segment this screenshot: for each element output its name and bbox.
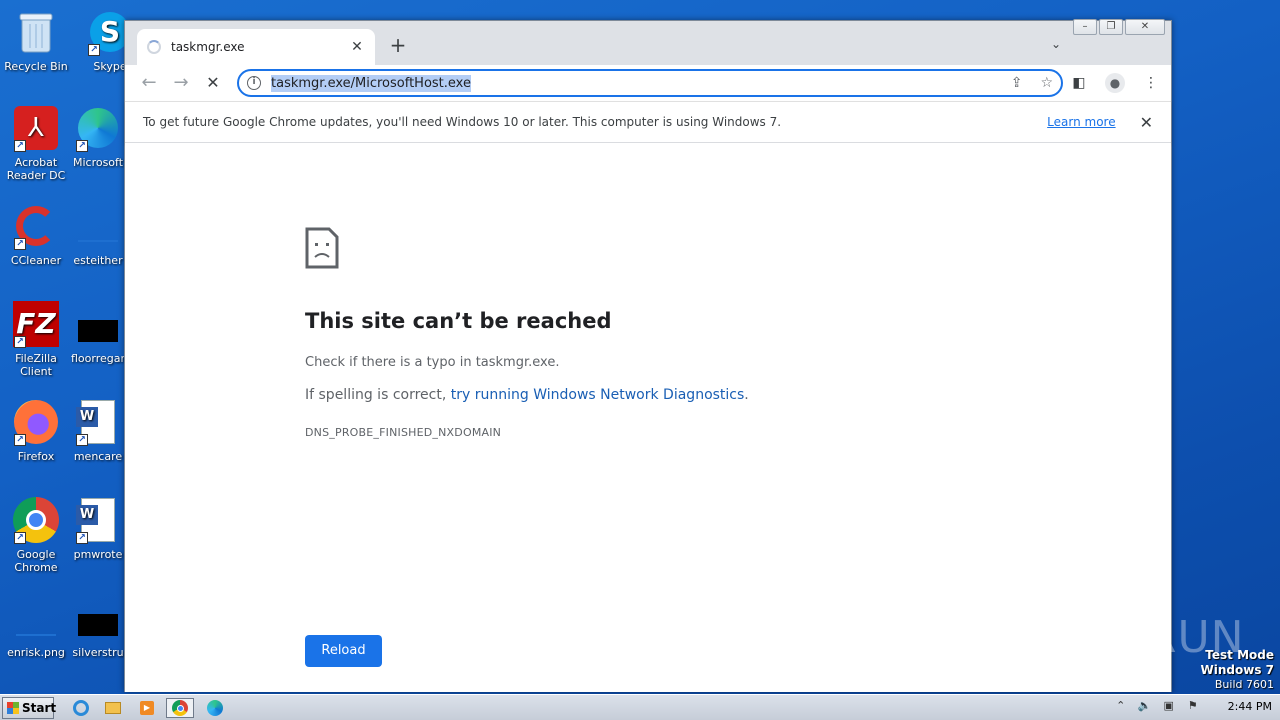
desktop-icon-label: Recycle Bin [4,60,68,73]
side-panel-icon[interactable]: ◧ [1069,73,1089,93]
tab-title: taskmgr.exe [171,40,245,54]
shortcut-arrow-icon: ↗ [76,532,88,544]
address-bar[interactable]: i taskmgr.exe/MicrosoftHost.exe ⇪ ☆ [237,69,1063,97]
file-icon [74,594,122,642]
share-icon[interactable]: ⇪ [1011,75,1023,91]
infobar-close-icon[interactable]: ✕ [1140,113,1153,132]
shortcut-arrow-icon: ↗ [14,140,26,152]
url-text[interactable]: taskmgr.exe/MicrosoftHost.exe [271,74,471,92]
image-file-icon [12,594,60,642]
window-controls: – ❐ ✕ [1073,19,1165,35]
profile-avatar-icon[interactable]: ● [1105,73,1125,93]
test-mode-line1: Test Mode [1205,648,1274,662]
shortcut-arrow-icon: ↗ [76,140,88,152]
restore-button[interactable]: ❐ [1099,19,1123,35]
tab-active[interactable]: taskmgr.exe ✕ [137,29,375,65]
forward-button[interactable]: → [169,71,193,95]
infobar-message: To get future Google Chrome updates, you… [143,115,782,129]
tab-strip: taskmgr.exe ✕ + ⌄ – ❐ ✕ [125,19,1171,65]
system-tray: ⌃ 🔈 ▣ ⚑ 2:44 PM [1114,699,1272,713]
test-mode-line2: Windows 7 [1200,663,1274,677]
error-title: This site can’t be reached [305,309,612,333]
tab-close-icon[interactable]: ✕ [349,39,365,55]
recycle-bin-icon [12,8,60,56]
learn-more-link[interactable]: Learn more [1047,115,1115,129]
error-diagnostics-hint: If spelling is correct, try running Wind… [305,387,749,403]
minimize-button[interactable]: – [1073,19,1097,35]
edge-icon: ↗ [74,104,122,152]
word-document-icon: W ↗ [74,496,122,544]
shortcut-arrow-icon: ↗ [14,238,26,250]
taskbar-chrome-icon[interactable] [166,698,194,718]
chrome-icon: ↗ [12,496,60,544]
file-icon [74,202,122,250]
diagnostics-prefix: If spelling is correct, [305,387,451,403]
action-center-flag-icon[interactable]: ⚑ [1186,699,1200,713]
loading-spinner-icon [147,40,161,54]
filezilla-icon: FZ ↗ [12,300,60,348]
toolbar: ← → ✕ i taskmgr.exe/MicrosoftHost.exe ⇪ … [125,65,1171,101]
taskbar: Start ▶ ⌃ 🔈 ▣ ⚑ 2:44 PM [0,694,1280,720]
windows-logo-icon [7,702,19,714]
reload-button[interactable]: Reload [305,635,382,667]
shortcut-arrow-icon: ↗ [14,532,26,544]
tray-expand-icon[interactable]: ⌃ [1114,699,1128,713]
word-document-icon: W ↗ [74,398,122,446]
ccleaner-icon: ↗ [12,202,60,250]
more-menu-icon[interactable]: ⋮ [1141,73,1161,93]
test-mode-notice: Test Mode Windows 7 Build 7601 [1201,648,1274,692]
error-typo-hint: Check if there is a typo in taskmgr.exe. [305,355,560,370]
acrobat-icon: ⅄ ↗ [12,104,60,152]
page-content: This site can’t be reached Check if ther… [125,143,1171,692]
firefox-icon: ↗ [12,398,60,446]
desktop-icon-recycle-bin[interactable]: Recycle Bin [0,8,72,73]
shortcut-arrow-icon: ↗ [76,434,88,446]
tab-search-chevron-icon[interactable]: ⌄ [1051,37,1061,51]
shortcut-arrow-icon: ↗ [88,44,100,56]
back-button[interactable]: ← [137,71,161,95]
volume-icon[interactable]: 🔈 [1138,699,1152,713]
shortcut-arrow-icon: ↗ [14,434,26,446]
network-diagnostics-link[interactable]: try running Windows Network Diagnostics [451,387,745,403]
network-icon[interactable]: ▣ [1162,699,1176,713]
taskbar-media-player-icon[interactable]: ▶ [136,698,158,718]
bookmark-star-icon[interactable]: ☆ [1040,75,1053,91]
stop-loading-button[interactable]: ✕ [201,71,225,95]
start-button[interactable]: Start [2,697,57,719]
start-label: Start [22,701,57,715]
file-icon [74,300,122,348]
test-mode-line3: Build 7601 [1214,678,1274,691]
taskbar-clock[interactable]: 2:44 PM [1228,700,1272,713]
diagnostics-suffix: . [744,387,749,403]
update-infobar: To get future Google Chrome updates, you… [125,101,1171,143]
error-code: DNS_PROBE_FINISHED_NXDOMAIN [305,426,502,439]
new-tab-button[interactable]: + [387,35,409,57]
site-info-icon[interactable]: i [247,76,261,90]
taskbar-explorer-icon[interactable] [102,698,124,718]
sad-page-icon [305,227,339,269]
close-window-button[interactable]: ✕ [1125,19,1165,35]
chrome-window: taskmgr.exe ✕ + ⌄ – ❐ ✕ ← → ✕ i taskmgr.… [124,19,1172,692]
taskbar-edge-icon[interactable] [204,698,226,718]
taskbar-ie-icon[interactable] [70,698,92,718]
shortcut-arrow-icon: ↗ [14,336,26,348]
